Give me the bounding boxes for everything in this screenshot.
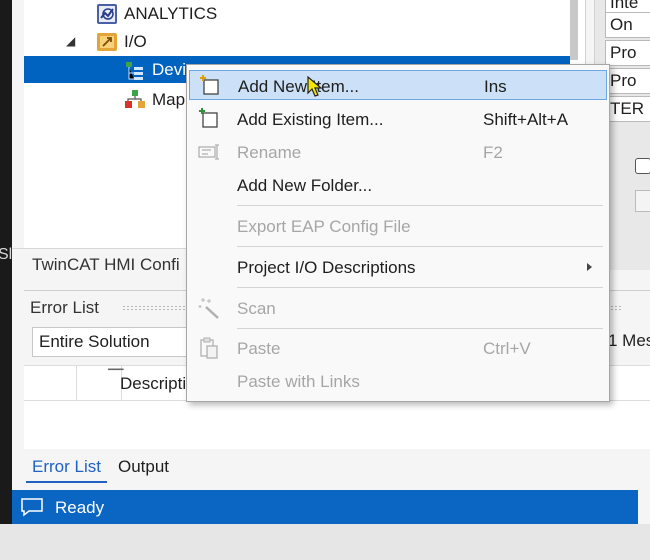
menu-item-label: Export EAP Config File xyxy=(237,217,411,236)
menu-item-shortcut: Shift+Alt+A xyxy=(483,110,569,129)
property-cell[interactable]: TER xyxy=(605,96,650,122)
menu-item-shortcut: Ctrl+V xyxy=(483,339,531,358)
menu-item-label: Add New Item... xyxy=(238,77,359,96)
menu-item-label: Add Existing Item... xyxy=(237,110,384,129)
menu-item-shortcut: Ins xyxy=(484,77,507,96)
error-list-title: Error List xyxy=(30,298,99,317)
property-button[interactable] xyxy=(635,190,650,212)
menu-item-label: Rename xyxy=(237,143,302,162)
rename-icon xyxy=(197,140,221,164)
menu-item-add-existing-item[interactable]: Add Existing Item... Shift+Alt+A xyxy=(189,104,607,134)
devices-icon xyxy=(124,59,146,81)
status-bar: Ready xyxy=(12,490,638,524)
property-cell[interactable]: Pro xyxy=(605,40,650,66)
menu-item-label: Paste xyxy=(237,339,281,358)
tab-error-list[interactable]: Error List xyxy=(26,453,107,483)
tab-label: TwinCAT HMI Confi xyxy=(32,255,180,274)
scope-dropdown[interactable]: Entire Solution xyxy=(32,327,202,357)
paste-icon xyxy=(197,336,221,360)
menu-item-label: Scan xyxy=(237,299,276,318)
add-new-item-icon xyxy=(198,74,222,98)
menu-item-label: Paste with Links xyxy=(237,372,360,391)
background-text-fragment: Sl xyxy=(0,246,13,263)
menu-item-label: Project I/O Descriptions xyxy=(237,258,416,277)
status-text: Ready xyxy=(55,498,105,517)
tree-item-label: I/O xyxy=(124,31,147,51)
menu-item-label: Add New Folder... xyxy=(237,176,373,195)
tree-item-label: ANALYTICS xyxy=(124,3,218,23)
menu-separator xyxy=(237,246,603,247)
property-cell[interactable]: Pro xyxy=(605,68,650,94)
bottom-tabs: Error List Output xyxy=(24,449,650,483)
tree-item-analytics[interactable]: ANALYTICS xyxy=(96,0,566,27)
tree-item-label: Devi xyxy=(152,59,187,79)
menu-item-add-new-item[interactable]: Add New Item... Ins xyxy=(189,70,607,100)
background-window-strip: Sl xyxy=(0,0,12,524)
submenu-arrow-icon xyxy=(587,263,592,271)
analytics-icon xyxy=(96,3,118,25)
menu-item-paste[interactable]: Paste Ctrl+V xyxy=(189,333,607,363)
menu-item-export-eap-config[interactable]: Export EAP Config File xyxy=(189,211,607,241)
menu-item-paste-with-links[interactable]: Paste with Links xyxy=(189,366,607,396)
error-list-body xyxy=(24,401,650,449)
scan-wand-icon xyxy=(197,296,221,320)
io-folder-icon xyxy=(96,31,118,53)
menu-item-project-io-descriptions[interactable]: Project I/O Descriptions xyxy=(189,252,607,282)
column-header-description[interactable]: Descriptio xyxy=(120,374,196,394)
mappings-icon xyxy=(124,89,146,111)
collapse-arrow-icon[interactable]: ◢ xyxy=(66,34,75,48)
menu-separator xyxy=(237,205,603,206)
explorer-scrollbar[interactable] xyxy=(570,0,578,60)
menu-item-add-new-folder[interactable]: Add New Folder... xyxy=(189,170,607,200)
property-checkbox[interactable] xyxy=(635,158,650,174)
mouse-cursor-icon xyxy=(307,76,323,97)
desktop-background xyxy=(0,524,650,560)
messages-filter-button[interactable]: 1 Mes xyxy=(608,331,650,351)
menu-item-shortcut: F2 xyxy=(483,143,503,162)
add-existing-item-icon xyxy=(197,107,221,131)
property-cell[interactable]: On xyxy=(605,12,650,38)
menu-item-scan[interactable]: Scan xyxy=(189,293,607,323)
menu-item-rename[interactable]: Rename F2 xyxy=(189,137,607,167)
tree-item-label: Map xyxy=(152,89,186,109)
tree-item-io[interactable]: I/O xyxy=(96,28,566,55)
menu-separator xyxy=(237,287,603,288)
tab-output[interactable]: Output xyxy=(112,453,175,481)
menu-separator xyxy=(237,328,603,329)
context-menu: Add New Item... Ins Add Existing Item...… xyxy=(186,64,610,402)
notification-icon[interactable] xyxy=(20,497,44,522)
